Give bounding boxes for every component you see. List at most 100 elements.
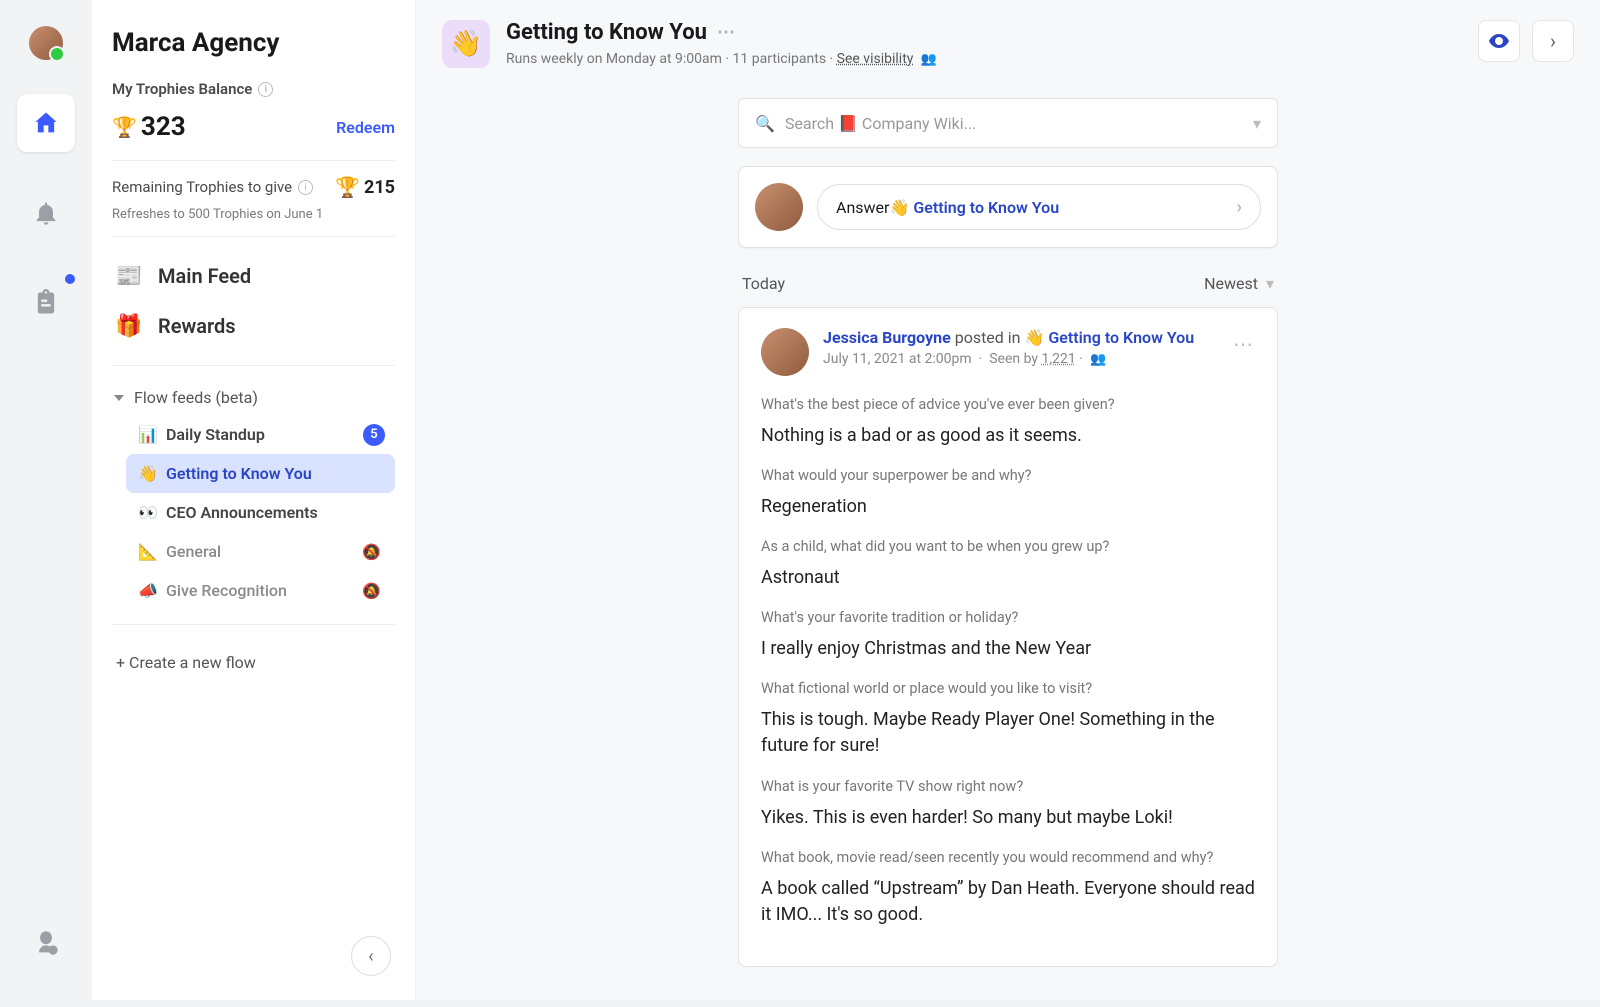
flow-title: Getting to Know You xyxy=(506,20,707,45)
author-name[interactable]: Jessica Burgoyne xyxy=(823,328,951,347)
mute-icon: 🔕 xyxy=(362,543,381,561)
post-flow-name[interactable]: Getting to Know You xyxy=(1048,328,1194,347)
qa-list: What's the best piece of advice you've e… xyxy=(761,396,1255,928)
feed-ceo-announcements[interactable]: 👀 CEO Announcements xyxy=(126,493,395,532)
post-meta: July 11, 2021 at 2:00pm · Seen by 1,221 … xyxy=(823,351,1219,367)
question-text: What's the best piece of advice you've e… xyxy=(761,396,1255,413)
balance-label-text: My Trophies Balance xyxy=(112,80,252,98)
question-text: What's your favorite tradition or holida… xyxy=(761,609,1255,626)
content-column: 🔍 Search 📕 Company Wiki... ▾ Answer 👋 Ge… xyxy=(738,88,1278,1007)
nav-label: Main Feed xyxy=(158,264,251,288)
flow-subtitle: Runs weekly on Monday at 9:00am · 11 par… xyxy=(506,51,937,67)
feed-icon: 📰 xyxy=(114,261,144,291)
date-group-label: Today xyxy=(742,274,785,293)
answer-text: A book called “Upstream” by Dan Heath. E… xyxy=(761,876,1255,928)
redeem-link[interactable]: Redeem xyxy=(336,118,395,137)
trophy-icon: 🏆 xyxy=(335,175,360,199)
flow-feeds-toggle[interactable]: Flow feeds (beta) xyxy=(112,380,395,415)
feed-general[interactable]: 📐 General 🔕 xyxy=(126,532,395,571)
wave-icon: 👋 xyxy=(1024,328,1044,347)
agency-title: Marca Agency xyxy=(112,28,395,58)
visibility-link[interactable]: See visibility xyxy=(837,51,914,67)
user-avatar[interactable] xyxy=(755,183,803,231)
collapse-sidebar-button[interactable]: ‹ xyxy=(351,936,391,976)
info-icon[interactable]: i xyxy=(298,180,313,195)
flow-header: 👋 Getting to Know You ⋯ Runs weekly on M… xyxy=(416,0,1600,88)
author-avatar[interactable] xyxy=(761,328,809,376)
mute-icon: 🔕 xyxy=(362,582,381,600)
sidebar: Marca Agency My Trophies Balance i 🏆 323… xyxy=(92,0,416,1000)
answer-prompt-card: Answer 👋 Getting to Know You › xyxy=(738,166,1278,248)
divider xyxy=(112,236,395,237)
chevron-left-icon: ‹ xyxy=(368,946,373,967)
trophies-balance-value: 🏆 323 xyxy=(112,112,186,142)
question-text: What book, movie read/seen recently you … xyxy=(761,849,1255,866)
nav-main-feed[interactable]: 📰 Main Feed xyxy=(112,251,395,301)
sort-dropdown[interactable]: Newest ▾ xyxy=(1204,274,1274,293)
caret-down-icon: ▾ xyxy=(1253,114,1261,133)
info-icon[interactable]: i xyxy=(258,82,273,97)
tasks-button[interactable] xyxy=(17,274,75,332)
nav-rewards[interactable]: 🎁 Rewards xyxy=(112,301,395,351)
group-icon: 👥 xyxy=(1090,352,1106,367)
remaining-label-text: Remaining Trophies to give xyxy=(112,178,292,196)
feed-label: Daily Standup xyxy=(166,425,265,444)
post-date: July 11, 2021 at 2:00pm xyxy=(823,351,972,367)
refresh-note: Refreshes to 500 Trophies on June 1 xyxy=(112,207,395,222)
search-placeholder: Search 📕 Company Wiki... xyxy=(785,114,1243,133)
create-flow-link[interactable]: + Create a new flow xyxy=(112,639,395,686)
clipboard-icon xyxy=(32,289,60,317)
chevron-right-icon: › xyxy=(1550,29,1556,53)
answer-text: Regeneration xyxy=(761,494,1255,520)
feed-getting-to-know-you[interactable]: 👋 Getting to Know You xyxy=(126,454,395,493)
nav-rail xyxy=(0,0,92,1000)
feed-label: Getting to Know You xyxy=(166,464,312,483)
remaining-number: 215 xyxy=(364,177,395,198)
chart-icon: 📊 xyxy=(138,425,158,444)
flow-header-icon: 👋 xyxy=(442,20,490,68)
question-text: What is your favorite TV show right now? xyxy=(761,778,1255,795)
notification-dot xyxy=(63,272,77,286)
seen-count[interactable]: 1,221 xyxy=(1041,351,1075,367)
wave-icon: 👋 xyxy=(889,198,909,217)
answer-text: Nothing is a bad or as good as it seems. xyxy=(761,423,1255,449)
question-text: What fictional world or place would you … xyxy=(761,680,1255,697)
visibility-button[interactable] xyxy=(1478,20,1520,62)
megaphone-icon: 📣 xyxy=(138,581,158,600)
feed-label: Give Recognition xyxy=(166,581,287,600)
post-menu-button[interactable]: ⋯ xyxy=(1233,328,1255,356)
answer-text: I really enjoy Christmas and the New Yea… xyxy=(761,636,1255,662)
question-text: As a child, what did you want to be when… xyxy=(761,538,1255,555)
feed-label: CEO Announcements xyxy=(166,503,318,522)
answer-flow-button[interactable]: Answer 👋 Getting to Know You › xyxy=(817,184,1261,230)
expand-panel-button[interactable]: › xyxy=(1532,20,1574,62)
nav-label: Rewards xyxy=(158,314,236,338)
sort-label: Newest xyxy=(1204,274,1258,293)
user-avatar[interactable] xyxy=(29,26,63,60)
home-button[interactable] xyxy=(17,94,75,152)
section-title: Flow feeds (beta) xyxy=(134,388,258,407)
question-text: What would your superpower be and why? xyxy=(761,467,1255,484)
remaining-label: Remaining Trophies to give i xyxy=(112,178,313,196)
remaining-value: 🏆 215 xyxy=(335,175,395,199)
profile-settings-button[interactable] xyxy=(17,914,75,972)
ruler-icon: 📐 xyxy=(138,542,158,561)
eyes-icon: 👀 xyxy=(138,503,158,522)
caret-down-icon: ▾ xyxy=(1266,274,1274,293)
feed-give-recognition[interactable]: 📣 Give Recognition 🔕 xyxy=(126,571,395,610)
unread-badge: 5 xyxy=(363,424,385,446)
feed-label: General xyxy=(166,542,221,561)
notifications-button[interactable] xyxy=(17,184,75,242)
posted-in-text: posted in xyxy=(951,328,1025,347)
divider xyxy=(112,365,395,366)
home-icon xyxy=(32,109,60,137)
flow-menu-button[interactable]: ⋯ xyxy=(717,22,737,43)
main-area: 👋 Getting to Know You ⋯ Runs weekly on M… xyxy=(416,0,1600,1000)
feed-daily-standup[interactable]: 📊 Daily Standup 5 xyxy=(126,415,395,454)
group-icon: 👥 xyxy=(921,52,937,67)
answer-prefix: Answer xyxy=(836,198,889,217)
bell-icon xyxy=(32,199,60,227)
answer-text: Astronaut xyxy=(761,565,1255,591)
search-input[interactable]: 🔍 Search 📕 Company Wiki... ▾ xyxy=(738,98,1278,148)
post-card: Jessica Burgoyne posted in 👋 Getting to … xyxy=(738,307,1278,967)
